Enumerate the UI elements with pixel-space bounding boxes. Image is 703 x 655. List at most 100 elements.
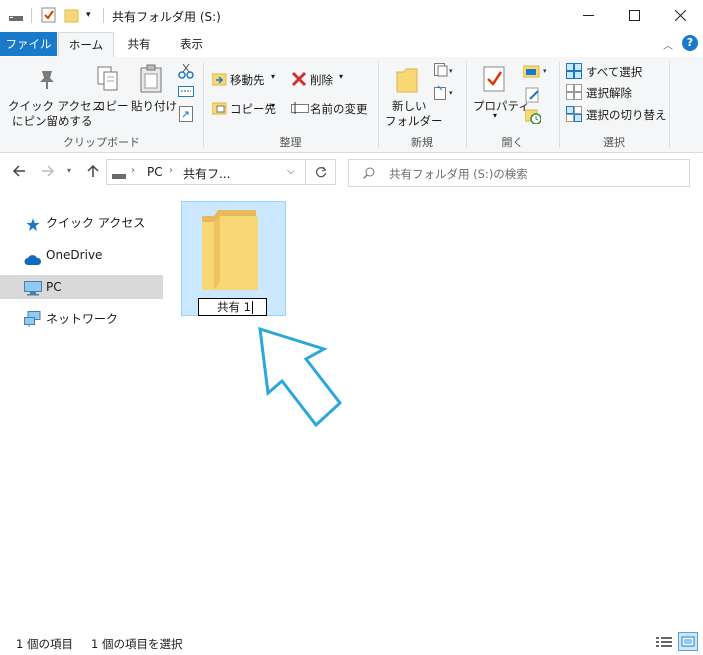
invert-selection-icon bbox=[566, 106, 582, 125]
rename-input-value: 共有 1 bbox=[217, 300, 251, 314]
rename-input[interactable]: 共有 1 bbox=[198, 298, 267, 316]
new-folder-icon bbox=[395, 66, 419, 97]
pin-label-line2: にピン留めする bbox=[12, 114, 93, 128]
computer-icon bbox=[24, 280, 42, 304]
refresh-icon bbox=[315, 166, 326, 178]
copy-to-icon bbox=[211, 100, 228, 119]
address-dropdown-icon[interactable]: ⌵ bbox=[287, 166, 295, 177]
help-icon[interactable]: ? bbox=[682, 35, 698, 51]
breadcrumb-current[interactable]: 共有フ... bbox=[183, 165, 230, 182]
nav-label-pc: PC bbox=[46, 280, 62, 294]
star-icon bbox=[26, 216, 40, 240]
open-group-label: 開く bbox=[501, 136, 524, 149]
forward-arrow-icon[interactable] bbox=[41, 164, 55, 181]
easy-access-icon[interactable]: ▾ bbox=[434, 85, 456, 104]
copy-path-icon[interactable] bbox=[178, 86, 194, 101]
paste-icon bbox=[139, 64, 163, 97]
status-item-count: 1 個の項目 bbox=[16, 637, 73, 651]
back-arrow-icon[interactable] bbox=[12, 164, 26, 181]
pin-quick-access-button[interactable]: クイック アクセス にピン留めする bbox=[3, 62, 103, 130]
delete-label: 削除 bbox=[310, 73, 333, 87]
new-folder-label-line2: フォルダー bbox=[385, 114, 443, 128]
copy-to-dropdown-icon: ▾ bbox=[271, 101, 276, 110]
organize-group-label: 整理 bbox=[279, 136, 302, 149]
history-icon[interactable] bbox=[524, 108, 542, 127]
delete-dropdown-icon: ▾ bbox=[339, 72, 344, 81]
delete-icon bbox=[291, 71, 307, 90]
properties-dropdown-icon: ▾ bbox=[493, 111, 498, 120]
address-bar[interactable]: › PC › 共有フ... ⌵ bbox=[106, 159, 306, 185]
svg-text:▾: ▾ bbox=[543, 67, 547, 75]
new-folder-qat-icon[interactable] bbox=[64, 7, 80, 23]
properties-label: プロパティ bbox=[473, 99, 530, 113]
search-placeholder: 共有フォルダ用 (S:)の検索 bbox=[389, 167, 528, 181]
ribbon-separator bbox=[669, 62, 670, 147]
drive-icon bbox=[9, 11, 23, 21]
new-item-icon[interactable]: ▾ bbox=[434, 63, 456, 80]
close-button[interactable] bbox=[657, 0, 703, 31]
copy-to-label: コピー先 bbox=[230, 102, 276, 116]
new-folder-button[interactable]: 新しい フォルダー bbox=[382, 62, 443, 130]
maximize-button[interactable] bbox=[611, 0, 657, 31]
search-icon bbox=[363, 167, 375, 182]
copy-button[interactable]: コピー bbox=[91, 62, 129, 122]
pin-icon bbox=[36, 68, 58, 93]
refresh-button[interactable] bbox=[306, 159, 336, 185]
new-folder-label-line1: 新しい bbox=[392, 99, 427, 113]
properties-icon bbox=[483, 66, 507, 95]
qat-dropdown-icon[interactable]: ▾ bbox=[86, 10, 91, 20]
select-group-label: 選択 bbox=[603, 136, 625, 149]
details-view-icon[interactable] bbox=[656, 635, 672, 652]
nav-item-pc[interactable]: PC bbox=[0, 275, 163, 299]
svg-text:▾: ▾ bbox=[449, 67, 453, 75]
window-title: 共有フォルダ用 (S:) bbox=[112, 10, 221, 24]
tab-file[interactable]: ファイル bbox=[0, 32, 57, 56]
network-icon bbox=[24, 311, 42, 335]
tab-view[interactable]: 表示 bbox=[164, 32, 219, 56]
select-all-label: すべて選択 bbox=[586, 65, 643, 79]
properties-button[interactable]: プロパティ ▾ bbox=[470, 62, 530, 130]
open-icon[interactable]: ▾ bbox=[522, 63, 551, 82]
tab-home[interactable]: ホーム bbox=[58, 32, 114, 58]
maximize-icon bbox=[628, 10, 640, 21]
cut-icon[interactable] bbox=[178, 63, 194, 82]
edit-icon[interactable] bbox=[525, 87, 541, 106]
minimize-icon bbox=[582, 15, 594, 16]
rename-label: 名前の変更 bbox=[310, 102, 368, 116]
rename-icon bbox=[291, 102, 309, 117]
properties-qat-icon[interactable] bbox=[41, 7, 57, 23]
select-all-icon bbox=[566, 63, 582, 82]
qat-separator bbox=[31, 8, 32, 23]
breadcrumb-chevron-icon: › bbox=[169, 165, 173, 176]
paste-label: 貼り付け bbox=[131, 99, 177, 113]
paste-button[interactable]: 貼り付け bbox=[129, 62, 177, 122]
up-arrow-icon[interactable] bbox=[86, 164, 100, 181]
title-separator bbox=[103, 8, 104, 23]
close-icon bbox=[674, 10, 686, 21]
invert-selection-label: 選択の切り替え bbox=[586, 108, 667, 122]
nav-item-network[interactable]: ネットワーク bbox=[0, 307, 163, 331]
tab-share[interactable]: 共有 bbox=[114, 32, 164, 56]
nav-label-network: ネットワーク bbox=[46, 312, 119, 326]
large-icons-view-icon bbox=[681, 636, 695, 647]
nav-item-onedrive[interactable]: OneDrive bbox=[0, 243, 163, 267]
move-to-label: 移動先 bbox=[230, 73, 265, 87]
nav-item-quick-access[interactable]: クイック アクセス bbox=[0, 211, 163, 235]
move-to-icon bbox=[211, 71, 228, 90]
select-none-icon bbox=[566, 84, 582, 103]
select-none-label: 選択解除 bbox=[586, 86, 632, 100]
move-to-dropdown-icon: ▾ bbox=[271, 72, 276, 81]
paste-shortcut-icon[interactable] bbox=[179, 106, 193, 125]
large-icons-view-button[interactable] bbox=[678, 632, 698, 651]
clipboard-group-label: クリップボード bbox=[63, 136, 140, 149]
collapse-ribbon-icon[interactable]: ︿ bbox=[663, 37, 673, 52]
new-group-label: 新規 bbox=[411, 136, 433, 149]
search-box[interactable]: 共有フォルダ用 (S:)の検索 bbox=[348, 159, 690, 187]
svg-text:▾: ▾ bbox=[449, 89, 453, 97]
recent-locations-icon[interactable]: ▾ bbox=[67, 166, 71, 175]
breadcrumb-pc[interactable]: PC bbox=[147, 165, 163, 179]
pin-label-line1: クイック アクセス bbox=[8, 99, 104, 113]
folder-icon bbox=[200, 210, 260, 295]
cloud-icon bbox=[24, 250, 42, 274]
minimize-button[interactable] bbox=[565, 0, 611, 31]
